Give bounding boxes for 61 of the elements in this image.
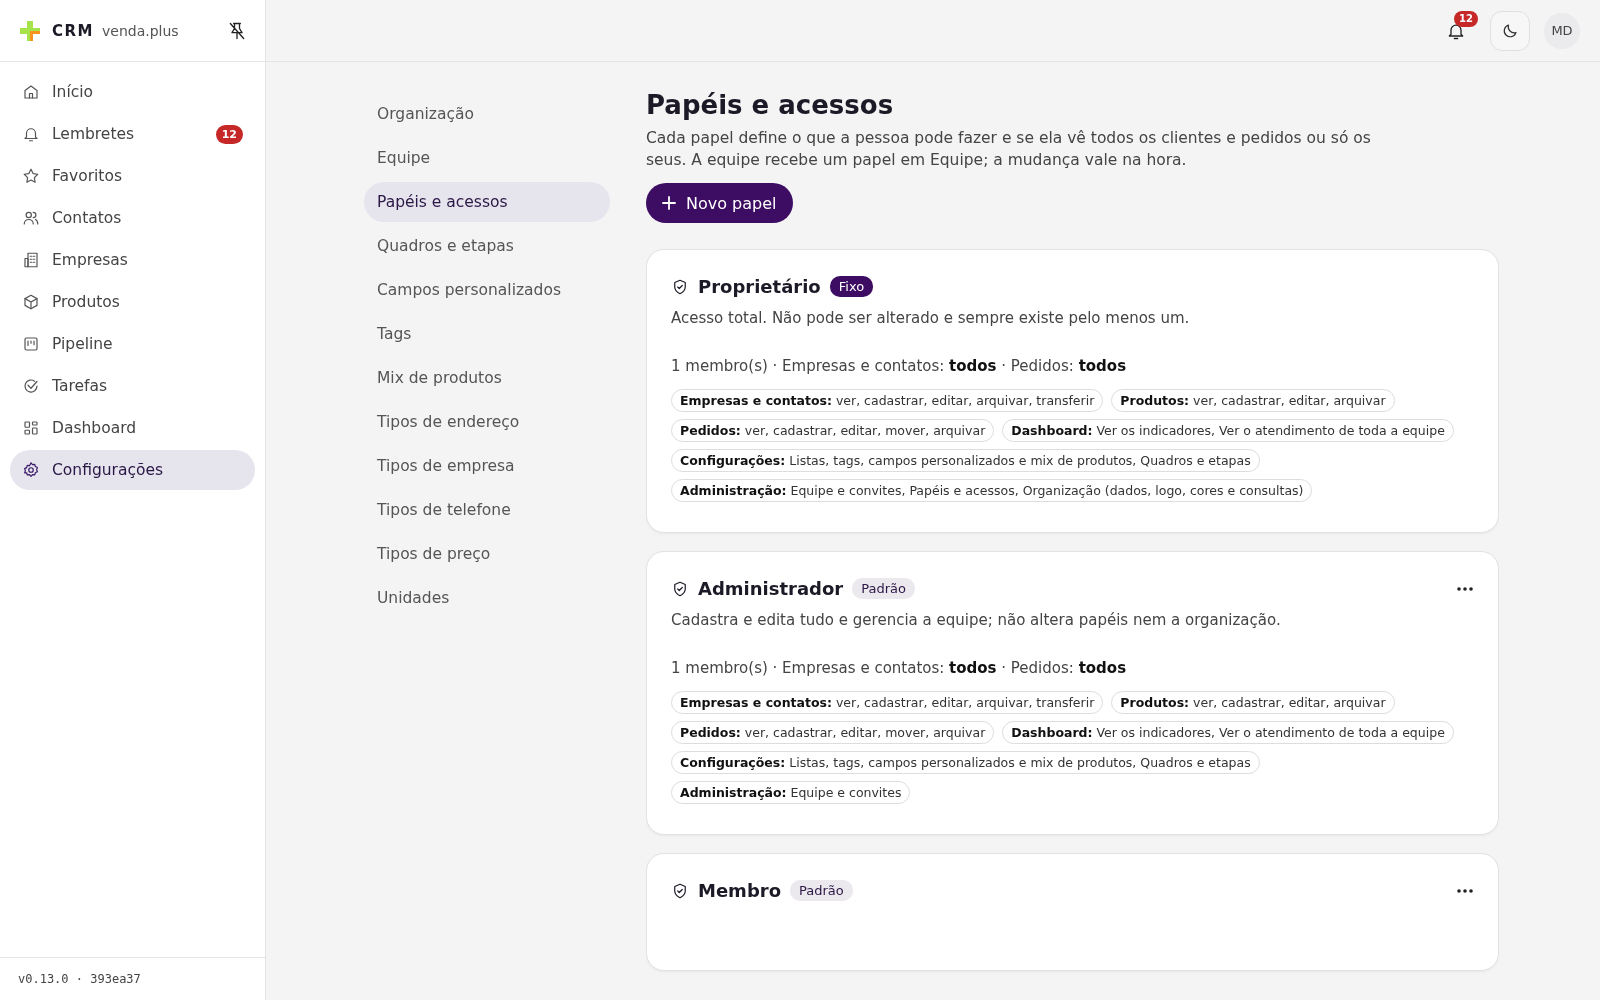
- people-icon: [22, 209, 40, 227]
- plus-icon: [662, 196, 676, 211]
- more-icon[interactable]: [1456, 887, 1474, 894]
- sidebar-item[interactable]: Pipeline: [10, 324, 255, 364]
- shield-icon: [671, 881, 689, 900]
- sidebar-item[interactable]: Favoritos: [10, 156, 255, 196]
- settings-nav-item[interactable]: Unidades: [364, 578, 610, 618]
- sidebar-item[interactable]: Empresas: [10, 240, 255, 280]
- theme-toggle[interactable]: [1490, 10, 1530, 51]
- settings-nav-item[interactable]: Equipe: [364, 138, 610, 178]
- role-name: Administrador: [698, 578, 844, 600]
- logo-icon: [18, 18, 42, 43]
- moon-icon: [1501, 21, 1519, 40]
- shield-icon: [671, 277, 689, 296]
- count-badge: 12: [215, 124, 243, 144]
- role-name: Membro: [698, 880, 781, 902]
- role-name: Proprietário: [698, 276, 821, 298]
- settings-nav-item[interactable]: Campos personalizados: [364, 270, 610, 310]
- settings-nav-item[interactable]: Organização: [364, 94, 610, 134]
- board-icon: [22, 335, 40, 353]
- page-description: Cada papel define o que a pessoa pode fazer e se ela vê todos os clientes e pedidos ou só os seus. A equipe recebe um papel em Equipe; a mudança vale na hora.: [646, 128, 1372, 171]
- sidebar-item[interactable]: Início: [10, 72, 255, 112]
- house-icon: [22, 83, 40, 101]
- cube-icon: [22, 293, 40, 311]
- settings-nav-item[interactable]: Tags: [364, 314, 610, 354]
- settings-nav-item[interactable]: Tipos de endereço: [364, 402, 610, 442]
- shield-icon: [671, 579, 689, 598]
- user-avatar[interactable]: MD: [1544, 12, 1580, 49]
- new-role-button[interactable]: Novo papel: [646, 183, 793, 224]
- settings-nav-item[interactable]: Tipos de preço: [364, 534, 610, 574]
- bell-icon: [22, 125, 40, 143]
- sidebar-item[interactable]: Configurações: [10, 450, 255, 490]
- page-title: Papéis e acessos: [646, 90, 895, 120]
- star-icon: [22, 167, 40, 185]
- settings-nav-item[interactable]: Mix de produtos: [364, 358, 610, 398]
- role-summary: 1 membro(s) · Empresas e contatos: todos · Pedidos: todos: [671, 659, 1128, 678]
- sidebar-item[interactable]: Contatos: [10, 198, 255, 238]
- role-description: Acesso total. Não pode ser alterado e sempre existe pelo menos um.: [671, 309, 1191, 328]
- grid-icon: [22, 419, 40, 437]
- settings-nav-item[interactable]: Papéis e acessos: [364, 182, 610, 222]
- role-tag: Padrão: [852, 578, 915, 600]
- check-circle-icon: [22, 377, 40, 395]
- notification-badge: 12: [1454, 10, 1478, 27]
- more-icon[interactable]: [1456, 585, 1474, 592]
- brand-domain: venda.plus: [102, 22, 179, 39]
- building-icon: [22, 251, 40, 269]
- sidebar-item[interactable]: Dashboard: [10, 408, 255, 448]
- role-tag: Fixo: [829, 276, 874, 298]
- version-text: v0.13.0 · 393ea37: [0, 957, 265, 1000]
- sidebar-item[interactable]: Produtos: [10, 282, 255, 322]
- role-summary: 1 membro(s) · Empresas e contatos: todos · Pedidos: todos: [671, 357, 1128, 376]
- unpin-icon[interactable]: [227, 20, 247, 41]
- role-description: Cadastra e edita tudo e gerencia a equipe; não altera papéis nem a organização.: [671, 611, 1282, 630]
- settings-icon: [22, 461, 40, 479]
- settings-nav-item[interactable]: Tipos de telefone: [364, 490, 610, 530]
- settings-nav-item[interactable]: Tipos de empresa: [364, 446, 610, 486]
- role-tag: Padrão: [790, 880, 853, 902]
- sidebar-item[interactable]: Tarefas: [10, 366, 255, 406]
- brand-name: CRM: [52, 21, 94, 40]
- sidebar-item[interactable]: Lembretes 12: [10, 114, 255, 154]
- settings-nav-item[interactable]: Quadros e etapas: [364, 226, 610, 266]
